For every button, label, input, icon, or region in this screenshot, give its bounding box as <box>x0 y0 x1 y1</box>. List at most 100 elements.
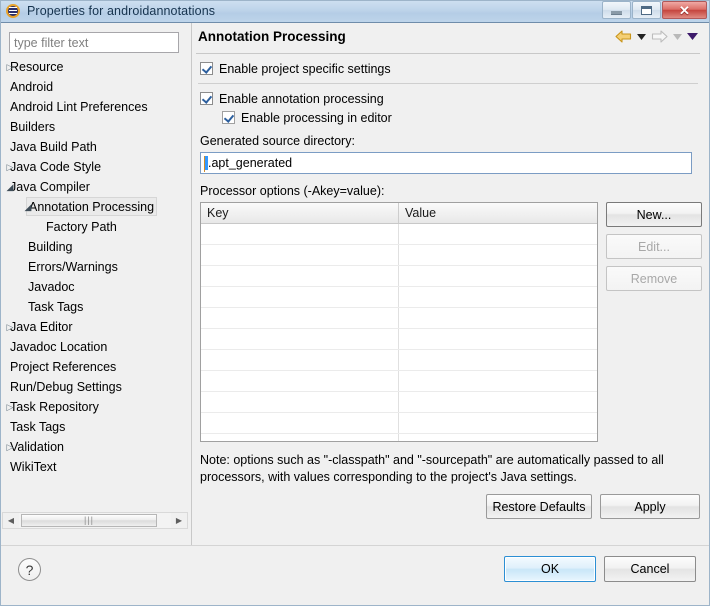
forward-dropdown-chevron-down-icon <box>672 30 683 44</box>
checkbox-label-project-specific: Enable project specific settings <box>219 62 391 76</box>
sidebar-item-building[interactable]: Building <box>2 237 189 257</box>
table-cell-value <box>399 266 597 286</box>
checkbox-annotation-processing[interactable] <box>200 92 213 105</box>
checkbox-processing-in-editor[interactable] <box>222 111 235 124</box>
back-arrow-icon[interactable] <box>615 29 632 44</box>
table-cell-key <box>201 392 399 412</box>
apply-button[interactable]: Apply <box>600 494 700 519</box>
generated-source-input[interactable]: .apt_generated <box>200 152 692 174</box>
checkbox-row-project-specific[interactable]: Enable project specific settings <box>194 59 702 78</box>
sidebar-item-label: Android <box>10 77 53 97</box>
minimize-button[interactable] <box>602 1 631 19</box>
processor-options-area: Key Value New... Edit... Remove <box>194 202 702 442</box>
sidebar-item-resource[interactable]: ▷Resource <box>2 57 189 77</box>
table-row[interactable] <box>201 350 597 371</box>
sidebar-item-task-tags[interactable]: Task Tags <box>2 297 189 317</box>
sidebar-item-task-repository[interactable]: ▷Task Repository <box>2 397 189 417</box>
table-row[interactable] <box>201 434 597 442</box>
sidebar-item-validation[interactable]: ▷Validation <box>2 437 189 457</box>
sidebar-item-task-tags[interactable]: Task Tags <box>2 417 189 437</box>
chevron-down-icon[interactable]: ◢ <box>2 177 18 197</box>
sidebar-horizontal-scrollbar[interactable]: ◀ ||| ▶ <box>2 512 188 529</box>
edit-button: Edit... <box>606 234 702 259</box>
sidebar-item-errors-warnings[interactable]: Errors/Warnings <box>2 257 189 277</box>
panel-divider <box>191 23 192 545</box>
table-row[interactable] <box>201 392 597 413</box>
back-dropdown-chevron-down-icon[interactable] <box>636 30 647 44</box>
sidebar-item-javadoc[interactable]: Javadoc <box>2 277 189 297</box>
checkbox-row-processing-in-editor[interactable]: Enable processing in editor <box>194 108 702 127</box>
sidebar-item-javadoc-location[interactable]: Javadoc Location <box>2 337 189 357</box>
table-cell-key <box>201 266 399 286</box>
scroll-track[interactable]: ||| <box>19 513 171 528</box>
table-row[interactable] <box>201 245 597 266</box>
checkbox-project-specific[interactable] <box>200 62 213 75</box>
restore-defaults-button[interactable]: Restore Defaults <box>486 494 592 519</box>
dialog-footer: ? OK Cancel <box>0 545 710 606</box>
table-cell-key <box>201 308 399 328</box>
processor-options-table[interactable]: Key Value <box>200 202 598 442</box>
table-row[interactable] <box>201 287 597 308</box>
table-cell-key <box>201 287 399 307</box>
help-icon[interactable]: ? <box>18 558 41 581</box>
section-divider <box>198 83 698 84</box>
scroll-thumb[interactable]: ||| <box>21 514 157 527</box>
ok-button[interactable]: OK <box>504 556 596 582</box>
table-row[interactable] <box>201 266 597 287</box>
sidebar: type filter text ▷ResourceAndroidAndroid… <box>0 23 191 545</box>
maximize-button[interactable] <box>632 1 661 19</box>
scroll-grip-icon: ||| <box>84 516 94 525</box>
sidebar-item-java-build-path[interactable]: Java Build Path <box>2 137 189 157</box>
filter-input-wrapper[interactable]: type filter text <box>9 32 179 53</box>
sidebar-item-label: Task Repository <box>10 397 99 417</box>
sidebar-item-java-editor[interactable]: ▷Java Editor <box>2 317 189 337</box>
page-menu-chevron-down-icon[interactable] <box>687 30 698 44</box>
scroll-left-icon[interactable]: ◀ <box>3 513 19 528</box>
close-button[interactable]: ✕ <box>662 1 707 19</box>
cancel-button[interactable]: Cancel <box>604 556 696 582</box>
table-row[interactable] <box>201 308 597 329</box>
table-cell-key <box>201 413 399 433</box>
sidebar-item-android[interactable]: Android <box>2 77 189 97</box>
sidebar-item-run-debug-settings[interactable]: Run/Debug Settings <box>2 377 189 397</box>
sidebar-item-java-compiler[interactable]: ◢Java Compiler <box>2 177 189 197</box>
checkbox-label-processing-in-editor: Enable processing in editor <box>241 111 392 125</box>
table-cell-value <box>399 413 597 433</box>
window-title: Properties for androidannotations <box>27 4 215 18</box>
sidebar-item-project-references[interactable]: Project References <box>2 357 189 377</box>
remove-button: Remove <box>606 266 702 291</box>
sidebar-item-factory-path[interactable]: Factory Path <box>2 217 189 237</box>
properties-dialog: Properties for androidannotations ✕ type… <box>0 0 710 606</box>
table-row[interactable] <box>201 224 597 245</box>
sidebar-item-android-lint-preferences[interactable]: Android Lint Preferences <box>2 97 189 117</box>
table-action-buttons: New... Edit... Remove <box>606 202 702 442</box>
new-button[interactable]: New... <box>606 202 702 227</box>
sidebar-item-wikitext[interactable]: WikiText <box>2 457 189 477</box>
chevron-right-icon[interactable]: ▷ <box>2 317 18 337</box>
column-header-value[interactable]: Value <box>399 203 597 223</box>
sidebar-item-label: Task Tags <box>28 297 83 317</box>
main-panel: Annotation Processing <box>194 27 702 537</box>
sidebar-item-annotation-processing[interactable]: ◢Annotation Processing <box>2 197 189 217</box>
chevron-right-icon[interactable]: ▷ <box>2 57 18 77</box>
chevron-down-icon[interactable]: ◢ <box>20 197 36 217</box>
table-row[interactable] <box>201 371 597 392</box>
scroll-right-icon[interactable]: ▶ <box>171 513 187 528</box>
chevron-right-icon[interactable]: ▷ <box>2 397 18 417</box>
table-row[interactable] <box>201 329 597 350</box>
chevron-right-icon[interactable]: ▷ <box>2 437 18 457</box>
sidebar-item-label: Validation <box>10 437 64 457</box>
table-cell-key <box>201 245 399 265</box>
table-cell-key <box>201 329 399 349</box>
chevron-right-icon[interactable]: ▷ <box>2 157 18 177</box>
sidebar-item-java-code-style[interactable]: ▷Java Code Style <box>2 157 189 177</box>
preferences-tree[interactable]: ▷ResourceAndroidAndroid Lint Preferences… <box>2 57 189 527</box>
column-header-key[interactable]: Key <box>201 203 399 223</box>
page-content: Enable project specific settings Enable … <box>194 59 702 519</box>
sidebar-item-builders[interactable]: Builders <box>2 117 189 137</box>
sidebar-item-label: Java Code Style <box>10 157 101 177</box>
table-row[interactable] <box>201 413 597 434</box>
restore-icon <box>641 6 652 15</box>
note-text: Note: options such as "-classpath" and "… <box>194 452 702 486</box>
checkbox-row-annotation-processing[interactable]: Enable annotation processing <box>194 89 702 108</box>
